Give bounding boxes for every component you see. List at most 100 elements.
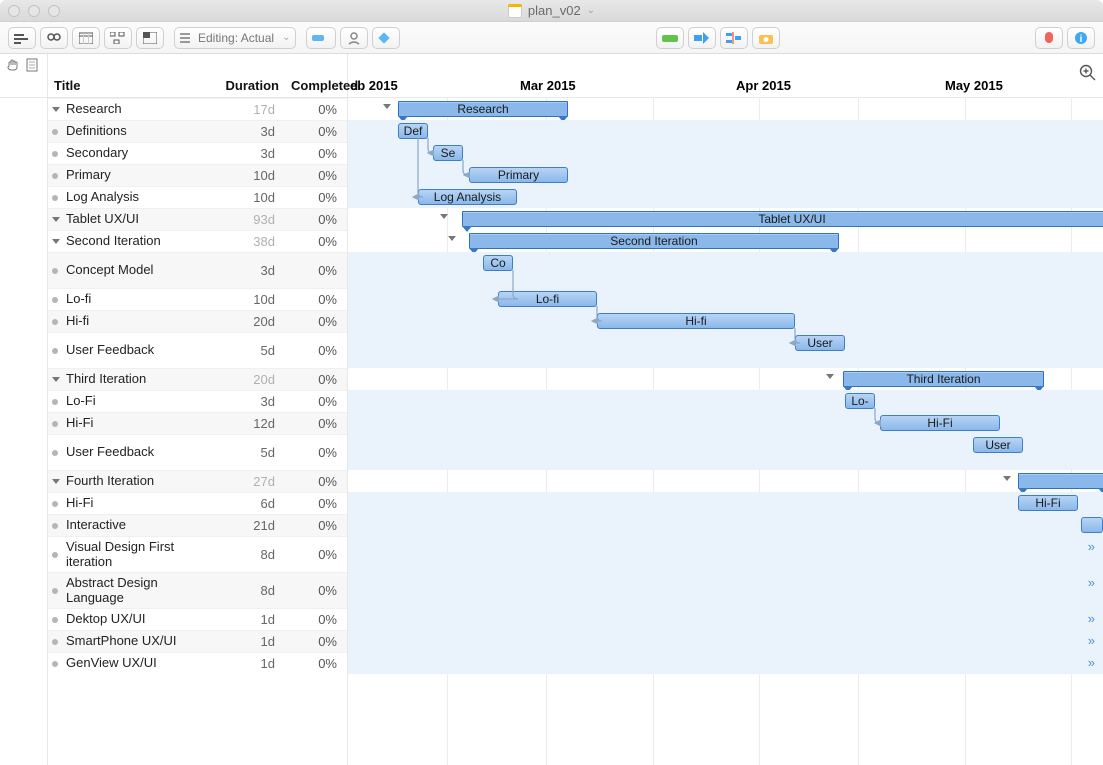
disclosure-triangle-icon[interactable]	[52, 105, 62, 115]
task-row[interactable]: Hi-Fi6d0%	[48, 492, 347, 514]
task-row[interactable]: Lo-Fi3d0%	[48, 390, 347, 412]
disclosure-triangle-icon[interactable]	[52, 375, 62, 385]
gantt-group-bar[interactable]: Tablet UX/UI	[462, 211, 1103, 227]
task-row[interactable]: Research17d0%	[48, 98, 347, 120]
gantt-task-bar[interactable]: Hi-fi	[597, 313, 795, 329]
violations-button[interactable]	[1035, 27, 1063, 49]
gantt-group-bar[interactable]: Third Iteration	[843, 371, 1044, 387]
col-completed[interactable]: Completed	[285, 75, 347, 97]
zoom-in-icon[interactable]	[1079, 64, 1097, 85]
task-duration: 17d	[213, 102, 285, 117]
task-row[interactable]: Dektop UX/UI1d0%	[48, 608, 347, 630]
task-row[interactable]: SmartPhone UX/UI1d0%	[48, 630, 347, 652]
task-title-cell[interactable]: Concept Model	[48, 263, 213, 278]
gantt-task-bar[interactable]: User	[973, 437, 1023, 453]
gantt-task-bar[interactable]: Hi-Fi	[880, 415, 1000, 431]
task-title-cell[interactable]: Definitions	[48, 124, 213, 139]
task-row[interactable]: Abstract Design Language8d0%	[48, 572, 347, 608]
col-title[interactable]: Title	[48, 74, 213, 97]
task-row[interactable]: Hi-Fi12d0%	[48, 412, 347, 434]
task-row[interactable]: Fourth Iteration27d0%	[48, 470, 347, 492]
gantt-task-bar[interactable]: Lo-	[845, 393, 875, 409]
disclosure-triangle-icon[interactable]	[826, 374, 836, 384]
task-title-cell[interactable]: Hi-Fi	[48, 416, 213, 431]
view-gantt-button[interactable]	[8, 27, 36, 49]
disclosure-triangle-icon[interactable]	[1003, 476, 1013, 486]
gantt-task-bar[interactable]: Hi-Fi	[1018, 495, 1078, 511]
disclosure-triangle-icon[interactable]	[440, 214, 450, 224]
task-title-cell[interactable]: Lo-fi	[48, 292, 213, 307]
task-title-cell[interactable]: Primary	[48, 168, 213, 183]
task-title-cell[interactable]: User Feedback	[48, 343, 213, 358]
task-row[interactable]: User Feedback5d0%	[48, 434, 347, 470]
task-title-cell[interactable]: Fourth Iteration	[48, 474, 213, 489]
gantt-task-bar[interactable]	[1081, 517, 1103, 533]
task-title-cell[interactable]: Hi-fi	[48, 314, 213, 329]
disclosure-triangle-icon[interactable]	[52, 215, 62, 225]
task-row[interactable]: Hi-fi20d0%	[48, 310, 347, 332]
gantt-task-bar[interactable]: Primary	[469, 167, 568, 183]
task-title-cell[interactable]: Abstract Design Language	[48, 576, 213, 606]
task-title-cell[interactable]: Log Analysis	[48, 190, 213, 205]
task-title-cell[interactable]: Lo-Fi	[48, 394, 213, 409]
task-title-cell[interactable]: Interactive	[48, 518, 213, 533]
task-row[interactable]: Tablet UX/UI93d0%	[48, 208, 347, 230]
add-milestone-button[interactable]	[372, 27, 400, 49]
task-title-cell[interactable]: Secondary	[48, 146, 213, 161]
task-title-cell[interactable]: Tablet UX/UI	[48, 212, 213, 227]
task-title-cell[interactable]: Second Iteration	[48, 234, 213, 249]
info-button[interactable]: i	[1067, 27, 1095, 49]
gantt-group-bar[interactable]: Research	[398, 101, 568, 117]
task-row[interactable]: Third Iteration20d0%	[48, 368, 347, 390]
gantt-task-bar[interactable]: Lo-fi	[498, 291, 597, 307]
reschedule-button[interactable]	[688, 27, 716, 49]
col-duration[interactable]: Duration	[213, 74, 285, 97]
add-task-button[interactable]	[306, 27, 336, 49]
view-network-button[interactable]	[104, 27, 132, 49]
task-row[interactable]: Primary10d0%	[48, 164, 347, 186]
gantt-group-bar[interactable]	[1018, 473, 1103, 489]
hand-tool-icon[interactable]	[6, 58, 20, 72]
gantt-task-bar[interactable]: Def	[398, 123, 428, 139]
task-title-cell[interactable]: SmartPhone UX/UI	[48, 634, 213, 649]
page-icon[interactable]	[26, 58, 38, 72]
task-title-cell[interactable]: Research	[48, 102, 213, 117]
disclosure-triangle-icon[interactable]	[52, 237, 62, 247]
task-row[interactable]: User Feedback5d0%	[48, 332, 347, 368]
view-calendar-button[interactable]	[72, 27, 100, 49]
gantt-row: Hi-Fi	[348, 412, 1103, 434]
disclosure-triangle-icon[interactable]	[448, 236, 458, 246]
disclosure-triangle-icon[interactable]	[52, 477, 62, 487]
task-title-cell[interactable]: Visual Design First iteration	[48, 540, 213, 570]
timeline-header[interactable]: eb 2015 Mar 2015 Apr 2015 May 2015	[348, 54, 1103, 98]
task-title-cell[interactable]: Hi-Fi	[48, 496, 213, 511]
catchup-button[interactable]	[656, 27, 684, 49]
task-row[interactable]: Interactive21d0%	[48, 514, 347, 536]
snapshot-button[interactable]	[752, 27, 780, 49]
editing-mode-selector[interactable]: Editing: Actual ⌄	[174, 27, 296, 49]
task-row[interactable]: Visual Design First iteration8d0%	[48, 536, 347, 572]
gantt-group-bar[interactable]: Second Iteration	[469, 233, 839, 249]
task-row[interactable]: Definitions3d0%	[48, 120, 347, 142]
task-row[interactable]: Second Iteration38d0%	[48, 230, 347, 252]
task-row[interactable]: GenView UX/UI1d0%	[48, 652, 347, 674]
level-button[interactable]	[720, 27, 748, 49]
gantt-task-bar[interactable]: User	[795, 335, 845, 351]
gantt-task-bar[interactable]: Log Analysis	[418, 189, 517, 205]
chevron-down-icon[interactable]: ⌄	[587, 5, 595, 16]
add-resource-button[interactable]	[340, 27, 368, 49]
task-title-cell[interactable]: GenView UX/UI	[48, 656, 213, 671]
gantt-chart[interactable]: Research Def Se Primary Log Analysis Tablet U…	[348, 98, 1103, 765]
task-title-cell[interactable]: User Feedback	[48, 445, 213, 460]
gantt-task-bar[interactable]: Se	[433, 145, 463, 161]
task-row[interactable]: Secondary3d0%	[48, 142, 347, 164]
task-title-cell[interactable]: Third Iteration	[48, 372, 213, 387]
task-row[interactable]: Log Analysis10d0%	[48, 186, 347, 208]
view-styles-button[interactable]	[136, 27, 164, 49]
gantt-task-bar[interactable]: Co	[483, 255, 513, 271]
task-row[interactable]: Lo-fi10d0%	[48, 288, 347, 310]
task-row[interactable]: Concept Model3d0%	[48, 252, 347, 288]
disclosure-triangle-icon[interactable]	[383, 104, 393, 114]
view-resources-button[interactable]	[40, 27, 68, 49]
task-title-cell[interactable]: Dektop UX/UI	[48, 612, 213, 627]
